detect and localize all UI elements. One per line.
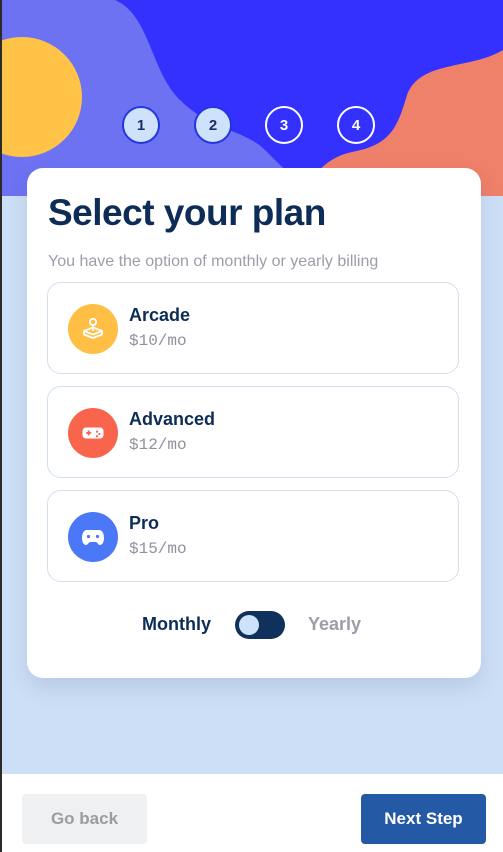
window-edge [0,0,2,852]
next-step-button[interactable]: Next Step [361,794,486,844]
toggle-knob [239,615,259,635]
page-subtitle: You have the option of monthly or yearly… [48,253,379,270]
step-indicator: 1 2 3 4 [0,106,503,148]
controller-icon [68,512,118,562]
plan-name: Advanced [129,409,216,429]
billing-toggle-row: Monthly Yearly [27,608,481,642]
step-2[interactable]: 2 [194,106,232,144]
plan-price: $15/mo [129,540,187,558]
hero-graphic [0,0,503,196]
go-back-button[interactable]: Go back [22,794,147,844]
hero-banner [0,0,503,196]
plan-name: Pro [129,513,160,533]
plan-option-pro[interactable]: Pro $15/mo [47,490,459,582]
joystick-icon [68,304,118,354]
page-title: Select your plan [48,192,326,233]
step-3[interactable]: 3 [265,106,303,144]
billing-monthly-label[interactable]: Monthly [142,614,211,635]
plan-name: Arcade [129,305,191,325]
billing-toggle[interactable] [235,611,285,639]
billing-yearly-label[interactable]: Yearly [308,614,361,635]
plan-option-arcade[interactable]: Arcade $10/mo [47,282,459,374]
step-1[interactable]: 1 [122,106,160,144]
footer-bar: Go back Next Step [0,774,503,852]
gamepad-icon [68,408,118,458]
step-4[interactable]: 4 [337,106,375,144]
plan-price: $12/mo [129,436,187,454]
plan-card: Select your plan You have the option of … [27,168,481,678]
plan-price: $10/mo [129,332,187,350]
plan-option-advanced[interactable]: Advanced $12/mo [47,386,459,478]
